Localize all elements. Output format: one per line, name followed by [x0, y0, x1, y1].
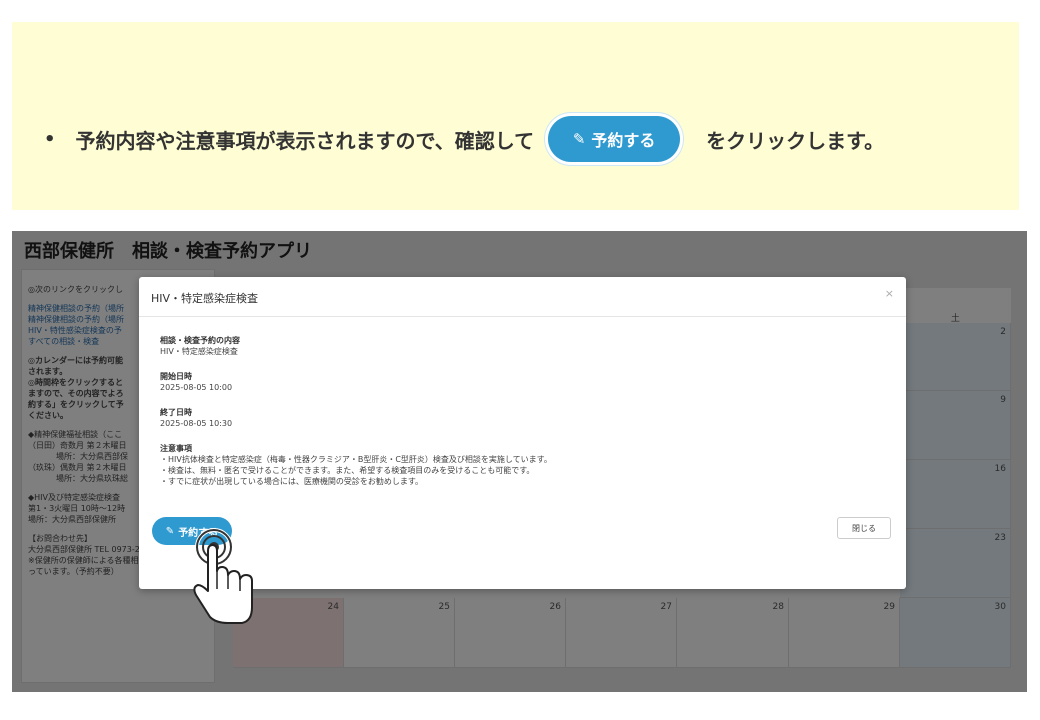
modal-body: 相談・検査予約の内容 HIV・特定感染症検査 開始日時 2025-08-05 1… — [160, 335, 880, 501]
field-value: 2025-08-05 10:00 — [160, 383, 233, 392]
field-value: HIV・特定感染症検査 — [160, 347, 238, 356]
edit-icon: ✎ — [572, 130, 586, 148]
instruction-text-after: をクリックします。 — [706, 128, 885, 153]
close-button[interactable]: 閉じる — [837, 517, 891, 539]
bullet: • — [44, 128, 56, 150]
hand-pointer-icon — [193, 528, 253, 624]
close-icon[interactable]: × — [885, 287, 894, 300]
field-label: 相談・検査予約の内容 — [160, 336, 240, 345]
field-start: 開始日時 2025-08-05 10:00 — [160, 371, 880, 393]
field-notes: 注意事項 ・HIV抗体検査と特定感染症（梅毒・性器クラミジア・B型肝炎・C型肝炎… — [160, 443, 880, 487]
reserve-button-illustration-label: 予約する — [591, 131, 656, 150]
reserve-button-illustration: ✎ 予約する — [548, 116, 681, 162]
note-line: ・HIV抗体検査と特定感染症（梅毒・性器クラミジア・B型肝炎・C型肝炎）検査及び… — [160, 455, 552, 464]
modal-divider — [139, 316, 906, 317]
edit-icon: ✎ — [165, 525, 175, 537]
instruction-line: • 予約内容や注意事項が表示されますので、確認して ✎ 予約する をクリックしま… — [44, 114, 884, 164]
modal-title: HIV・特定感染症検査 — [151, 292, 259, 305]
field-content: 相談・検査予約の内容 HIV・特定感染症検査 — [160, 335, 880, 357]
field-label: 注意事項 — [160, 444, 192, 453]
instruction-banner: • 予約内容や注意事項が表示されますので、確認して ✎ 予約する をクリックしま… — [12, 22, 1019, 210]
instruction-text-before: 予約内容や注意事項が表示されますので、確認して — [75, 128, 535, 153]
field-label: 終了日時 — [160, 408, 192, 417]
note-line: ・すでに症状が出現している場合には、医療機関の受診をお勧めします。 — [160, 477, 424, 486]
note-line: ・検査は、無料・匿名で受けることができます。また、希望する検査項目のみを受けるこ… — [160, 466, 535, 475]
field-label: 開始日時 — [160, 372, 192, 381]
field-end: 終了日時 2025-08-05 10:30 — [160, 407, 880, 429]
field-value: 2025-08-05 10:30 — [160, 419, 233, 428]
